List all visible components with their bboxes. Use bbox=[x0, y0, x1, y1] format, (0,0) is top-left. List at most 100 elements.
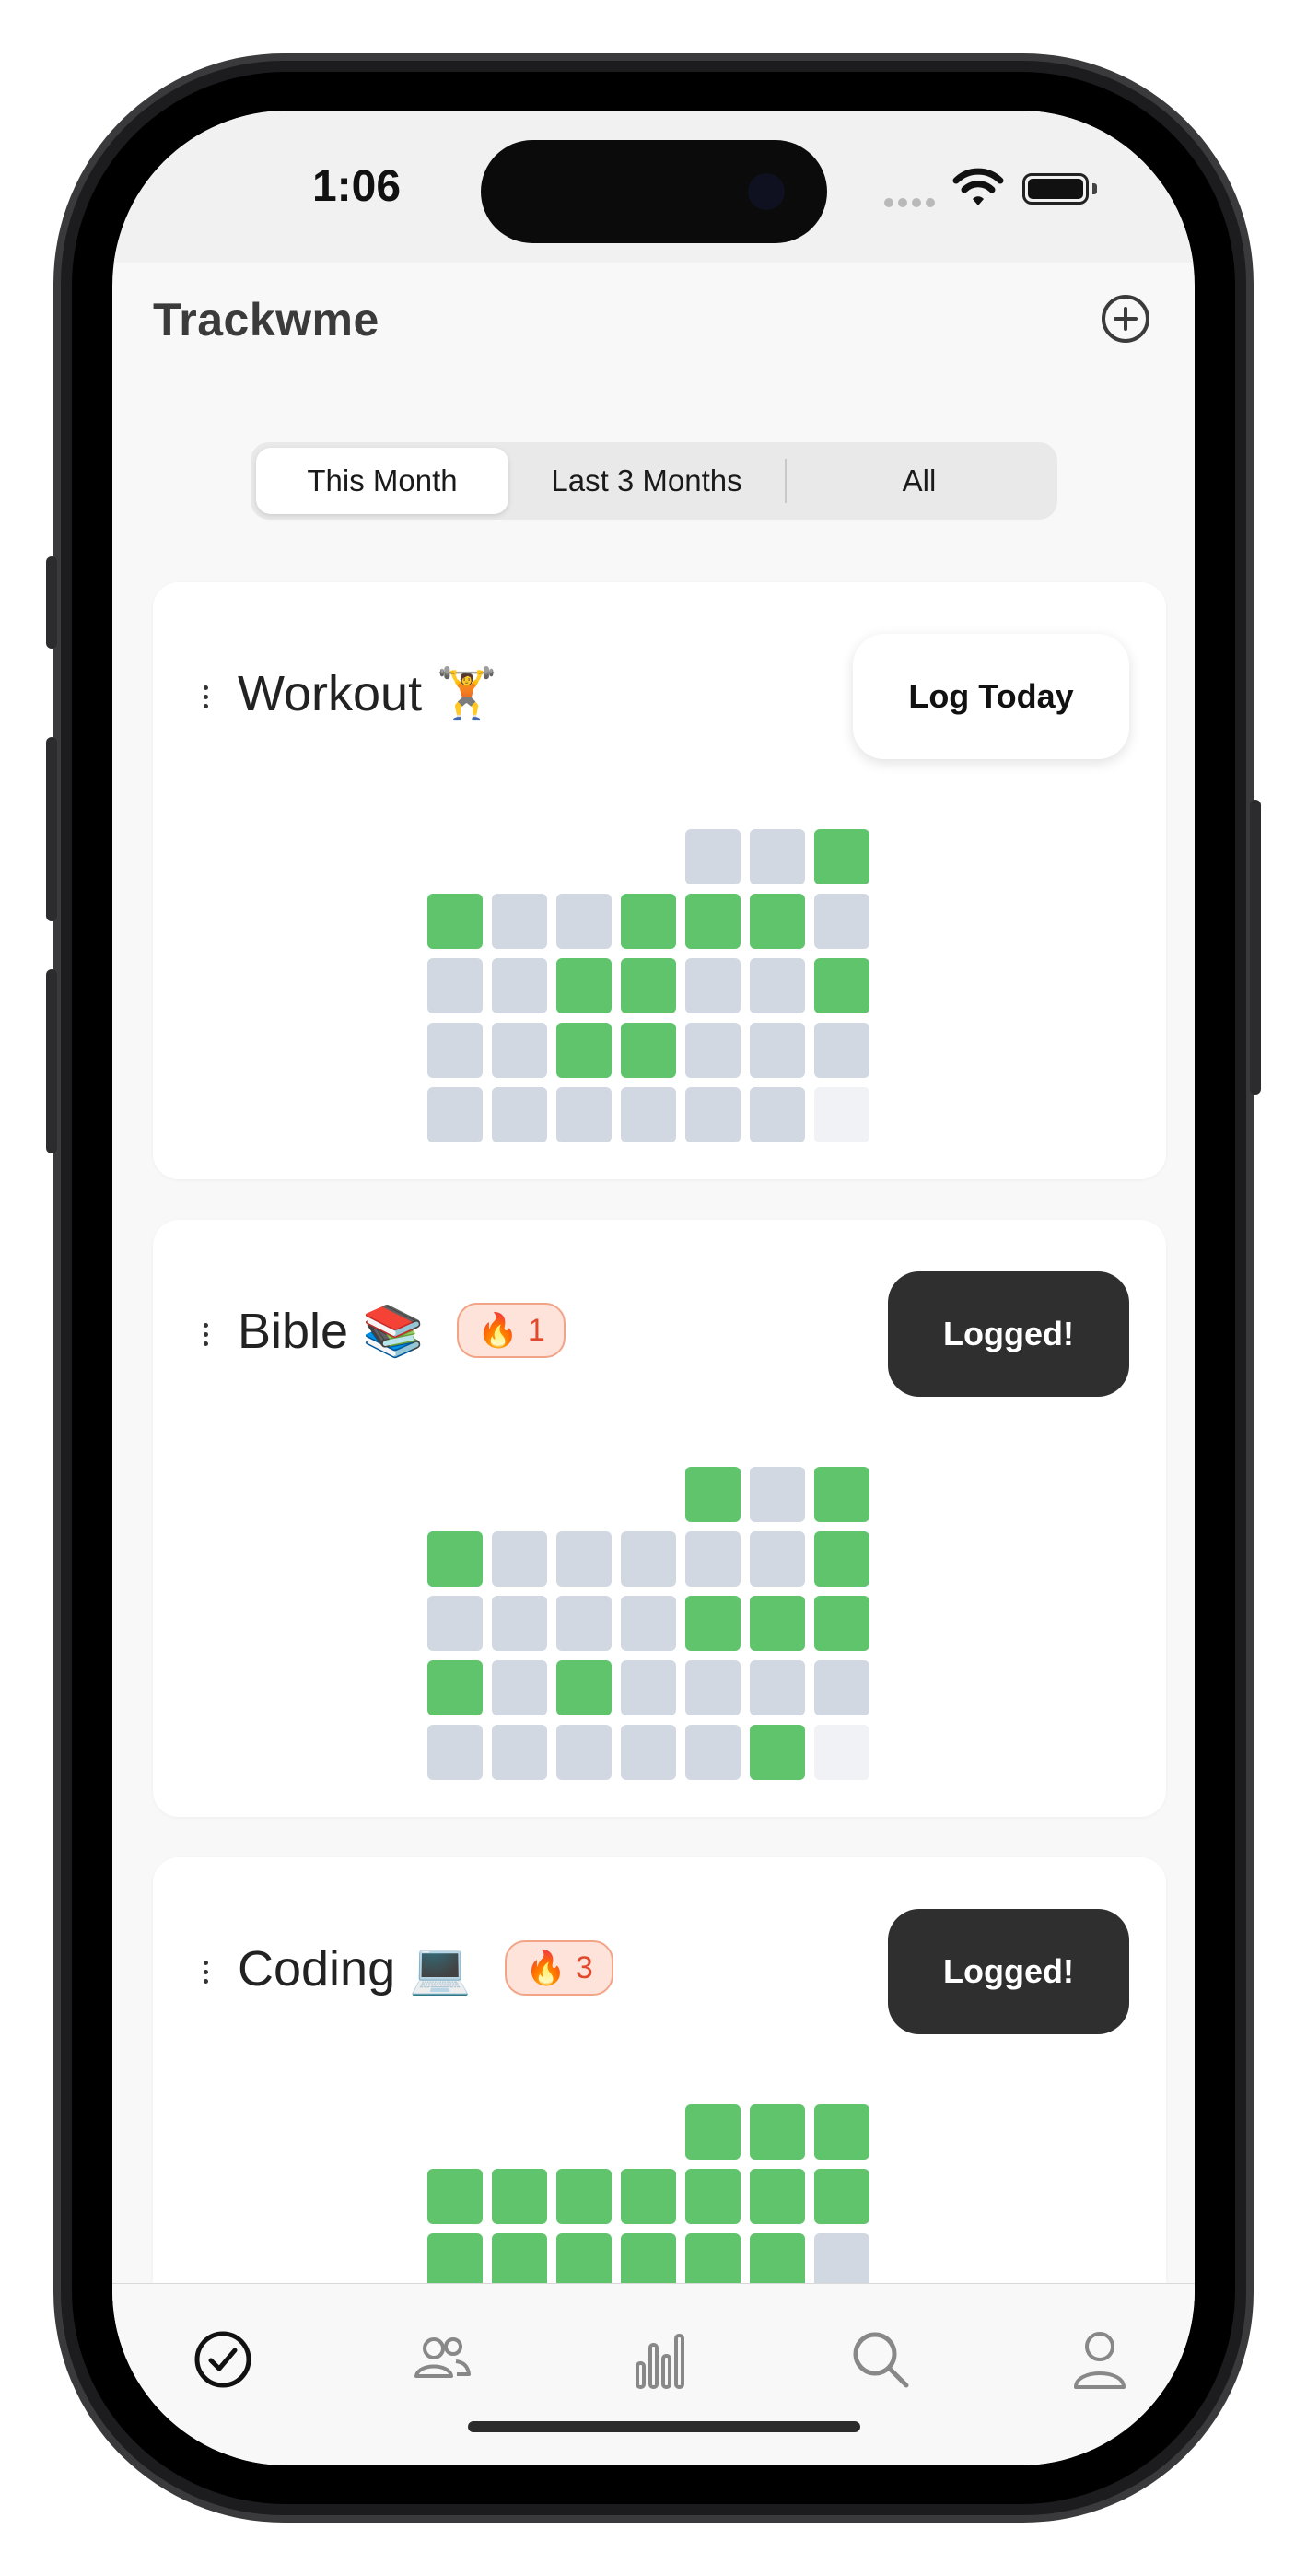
day-cell-empty[interactable] bbox=[750, 1660, 805, 1715]
day-cell-empty[interactable] bbox=[427, 1087, 483, 1142]
day-cell-empty[interactable] bbox=[427, 1596, 483, 1651]
plus-icon bbox=[1114, 307, 1138, 331]
day-cell-empty[interactable] bbox=[750, 1467, 805, 1522]
day-cell-empty[interactable] bbox=[814, 1023, 869, 1078]
logged-button[interactable]: Logged! bbox=[888, 1271, 1129, 1397]
day-cell-empty[interactable] bbox=[492, 894, 547, 949]
day-cell-empty[interactable] bbox=[427, 1023, 483, 1078]
profile-icon[interactable] bbox=[1063, 2323, 1137, 2396]
day-cell-logged[interactable] bbox=[556, 1023, 612, 1078]
day-cell-empty[interactable] bbox=[427, 1725, 483, 1780]
day-cell-logged[interactable] bbox=[814, 1596, 869, 1651]
day-cell-logged[interactable] bbox=[750, 2104, 805, 2160]
drag-handle-icon[interactable] bbox=[201, 1961, 210, 1988]
day-cell-empty[interactable] bbox=[556, 1596, 612, 1651]
day-cell-empty[interactable] bbox=[492, 1531, 547, 1587]
day-cell-logged[interactable] bbox=[814, 2104, 869, 2160]
day-cell-logged[interactable] bbox=[556, 2233, 612, 2289]
day-cell-empty[interactable] bbox=[492, 1087, 547, 1142]
streak-badge: 🔥 1 bbox=[457, 1303, 566, 1358]
day-cell-logged[interactable] bbox=[427, 1531, 483, 1587]
day-cell-empty[interactable] bbox=[750, 1023, 805, 1078]
day-cell-logged[interactable] bbox=[750, 894, 805, 949]
drag-handle-icon[interactable] bbox=[201, 685, 210, 713]
day-cell-empty[interactable] bbox=[621, 1087, 676, 1142]
day-cell-empty[interactable] bbox=[492, 1023, 547, 1078]
day-cell-logged[interactable] bbox=[621, 958, 676, 1013]
day-cell-empty[interactable] bbox=[492, 1725, 547, 1780]
day-cell-logged[interactable] bbox=[621, 1023, 676, 1078]
day-cell-logged[interactable] bbox=[685, 1467, 741, 1522]
day-cell-empty[interactable] bbox=[814, 2233, 869, 2289]
day-cell-empty[interactable] bbox=[621, 1596, 676, 1651]
day-cell-future[interactable] bbox=[814, 1087, 869, 1142]
day-cell-logged[interactable] bbox=[750, 1596, 805, 1651]
day-cell-logged[interactable] bbox=[685, 2169, 741, 2224]
day-cell-empty[interactable] bbox=[750, 1087, 805, 1142]
segment-all[interactable]: All bbox=[787, 448, 1052, 514]
add-habit-button[interactable] bbox=[1102, 295, 1149, 343]
day-cell-logged[interactable] bbox=[427, 894, 483, 949]
day-cell-empty[interactable] bbox=[556, 894, 612, 949]
day-cell-empty[interactable] bbox=[556, 1087, 612, 1142]
time-range-segmented-control: This Month Last 3 Months All bbox=[251, 442, 1057, 520]
day-cell-future[interactable] bbox=[814, 1725, 869, 1780]
day-cell-logged[interactable] bbox=[492, 2169, 547, 2224]
checkmark-circle-icon[interactable] bbox=[186, 2323, 260, 2396]
day-cell-empty[interactable] bbox=[685, 1660, 741, 1715]
day-cell-logged[interactable] bbox=[621, 894, 676, 949]
day-cell-logged[interactable] bbox=[556, 1660, 612, 1715]
day-cell-logged[interactable] bbox=[685, 894, 741, 949]
day-cell-logged[interactable] bbox=[685, 2104, 741, 2160]
logged-button[interactable]: Logged! bbox=[888, 1909, 1129, 2034]
segment-last-3-months[interactable]: Last 3 Months bbox=[508, 448, 785, 514]
day-cell-empty[interactable] bbox=[685, 1725, 741, 1780]
day-cell-logged[interactable] bbox=[556, 2169, 612, 2224]
search-icon[interactable] bbox=[844, 2323, 917, 2396]
app-title: Trackwme bbox=[153, 294, 379, 345]
day-cell-logged[interactable] bbox=[814, 1531, 869, 1587]
day-cell-empty[interactable] bbox=[621, 1531, 676, 1587]
day-cell-logged[interactable] bbox=[814, 829, 869, 884]
segment-this-month[interactable]: This Month bbox=[256, 448, 508, 514]
day-cell-empty[interactable] bbox=[492, 1596, 547, 1651]
day-cell-logged[interactable] bbox=[750, 2169, 805, 2224]
day-cell-logged[interactable] bbox=[750, 1725, 805, 1780]
day-cell-empty[interactable] bbox=[556, 1531, 612, 1587]
streak-badge: 🔥 3 bbox=[505, 1940, 613, 1996]
day-cell-logged[interactable] bbox=[621, 2233, 676, 2289]
day-cell-logged[interactable] bbox=[556, 958, 612, 1013]
day-cell-empty[interactable] bbox=[556, 1725, 612, 1780]
drag-handle-icon[interactable] bbox=[201, 1323, 210, 1351]
day-cell-logged[interactable] bbox=[685, 2233, 741, 2289]
day-cell-logged[interactable] bbox=[621, 2169, 676, 2224]
day-cell-empty[interactable] bbox=[685, 1023, 741, 1078]
day-cell-empty[interactable] bbox=[427, 958, 483, 1013]
day-cell-empty[interactable] bbox=[814, 1660, 869, 1715]
log-today-button[interactable]: Log Today bbox=[853, 634, 1129, 759]
day-cell-empty[interactable] bbox=[750, 958, 805, 1013]
day-cell-logged[interactable] bbox=[427, 2233, 483, 2289]
day-cell-empty[interactable] bbox=[814, 894, 869, 949]
day-cell-empty[interactable] bbox=[492, 1660, 547, 1715]
day-cell-logged[interactable] bbox=[814, 1467, 869, 1522]
day-cell-logged[interactable] bbox=[814, 958, 869, 1013]
day-cell-logged[interactable] bbox=[750, 2233, 805, 2289]
day-cell-empty[interactable] bbox=[685, 958, 741, 1013]
day-cell-empty[interactable] bbox=[685, 829, 741, 884]
day-cell-empty[interactable] bbox=[621, 1725, 676, 1780]
habit-card-bible: Bible 📚 🔥 1 Logged! bbox=[153, 1220, 1166, 1817]
day-cell-empty[interactable] bbox=[750, 1531, 805, 1587]
day-cell-empty[interactable] bbox=[685, 1531, 741, 1587]
day-cell-empty[interactable] bbox=[685, 1087, 741, 1142]
people-icon[interactable] bbox=[405, 2323, 479, 2396]
day-cell-logged[interactable] bbox=[685, 1596, 741, 1651]
day-cell-logged[interactable] bbox=[814, 2169, 869, 2224]
day-cell-logged[interactable] bbox=[427, 2169, 483, 2224]
day-cell-empty[interactable] bbox=[492, 958, 547, 1013]
day-cell-logged[interactable] bbox=[492, 2233, 547, 2289]
day-cell-logged[interactable] bbox=[427, 1660, 483, 1715]
day-cell-empty[interactable] bbox=[750, 829, 805, 884]
bar-chart-icon[interactable] bbox=[624, 2323, 698, 2396]
day-cell-empty[interactable] bbox=[621, 1660, 676, 1715]
